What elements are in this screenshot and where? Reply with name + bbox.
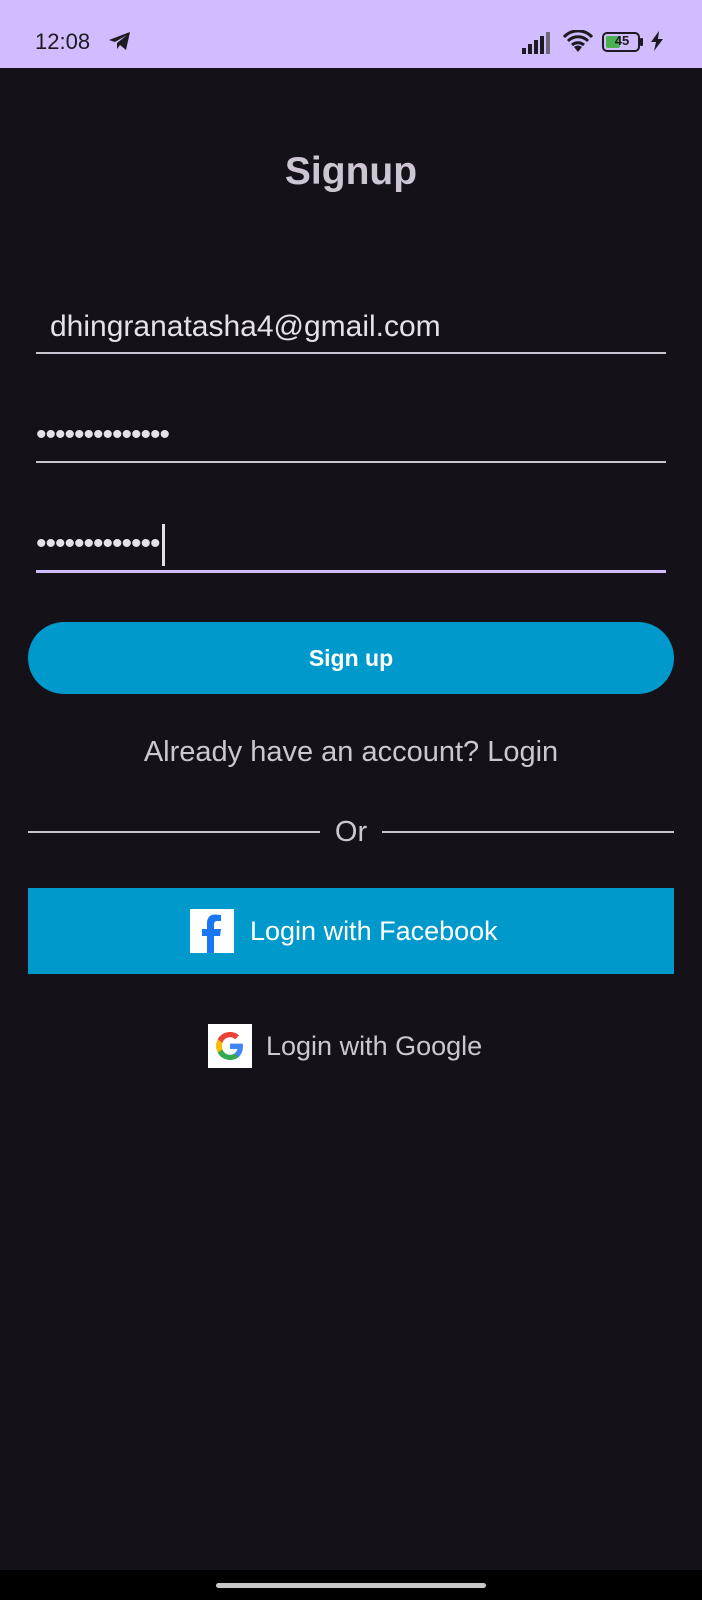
confirm-password-field[interactable]: •••••••••••••	[36, 520, 666, 573]
divider-left	[28, 831, 320, 833]
login-link[interactable]: Already have an account? Login	[0, 732, 702, 772]
status-bar: 12:08 45	[0, 0, 702, 68]
divider-text: Or	[334, 816, 368, 848]
password-value: ••••••••••••••	[36, 418, 170, 451]
signup-button[interactable]: Sign up	[28, 622, 674, 694]
divider-right	[382, 831, 674, 833]
google-login-button[interactable]: Login with Google	[206, 1022, 506, 1072]
confirm-password-value: •••••••••••••	[36, 527, 161, 560]
status-time: 12:08	[35, 29, 91, 54]
charging-icon	[651, 31, 663, 51]
telegram-icon	[109, 32, 130, 50]
home-indicator[interactable]	[216, 1583, 486, 1588]
facebook-login-button[interactable]: Login with Facebook	[28, 888, 674, 974]
text-cursor	[161, 524, 165, 567]
facebook-login-label: Login with Facebook	[250, 916, 498, 946]
navigation-bar	[0, 1570, 702, 1600]
page-title: Signup	[284, 150, 418, 193]
wifi-icon	[563, 30, 593, 52]
signal-icon	[522, 32, 550, 54]
google-login-label: Login with Google	[266, 1031, 483, 1061]
email-field[interactable]: dhingranatasha4@gmail.com	[36, 302, 666, 354]
email-value: dhingranatasha4@gmail.com	[50, 310, 441, 343]
confirm-password-value-wrap: •••••••••••••	[36, 524, 165, 567]
google-icon	[208, 1024, 252, 1068]
battery-level: 45	[614, 33, 630, 48]
facebook-icon	[190, 909, 234, 953]
password-field[interactable]: ••••••••••••••	[36, 411, 666, 463]
